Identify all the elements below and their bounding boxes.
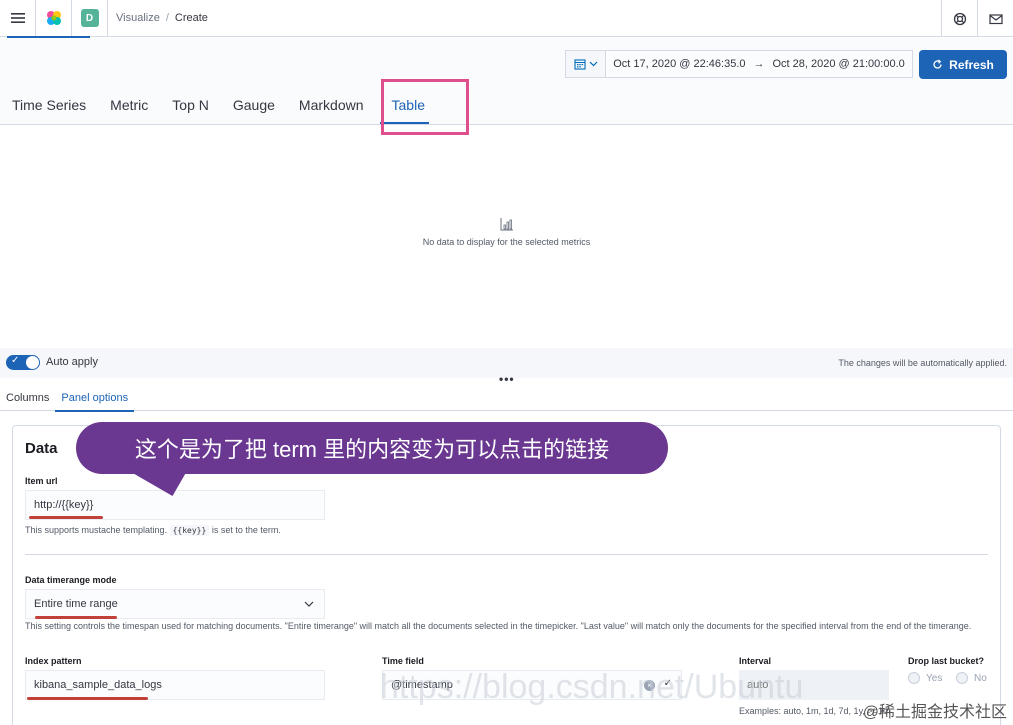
breadcrumb-create: Create: [174, 12, 208, 24]
space-selector[interactable]: D: [72, 0, 108, 37]
refresh-label: Refresh: [949, 57, 994, 72]
item-url-help-code: {{key}}: [169, 525, 210, 536]
date-start[interactable]: Oct 17, 2020 @ 22:46:35.0: [613, 58, 745, 70]
mail-icon[interactable]: [977, 0, 1013, 37]
table-tab-highlight-annotation: [381, 79, 469, 135]
drop-last-bucket-no-radio[interactable]: [956, 672, 968, 684]
tab-panel-options[interactable]: Panel options: [55, 388, 134, 412]
auto-apply-label: Auto apply: [46, 356, 98, 368]
index-pattern-input[interactable]: kibana_sample_data_logs: [25, 670, 325, 700]
timerange-mode-value: Entire time range: [34, 598, 118, 610]
item-url-help-text: This supports mustache templating.: [25, 525, 168, 535]
date-picker[interactable]: Oct 17, 2020 @ 22:46:35.0 → Oct 28, 2020…: [565, 50, 913, 78]
item-url-help-suffix: is set to the term.: [211, 525, 281, 535]
resize-handle-icon[interactable]: •••: [499, 372, 515, 386]
refresh-button[interactable]: Refresh: [919, 50, 1007, 79]
tab-columns[interactable]: Columns: [0, 388, 55, 411]
date-end[interactable]: Oct 28, 2020 @ 21:00:00.0: [773, 58, 905, 70]
watermark: https://blog.csdn.net/Ubuntu: [380, 668, 804, 706]
toggle-knob: [26, 356, 39, 369]
corner-watermark: @稀土掘金技术社区: [862, 704, 1007, 721]
drop-last-bucket-yes-radio[interactable]: [908, 672, 920, 684]
visualization-icon: [500, 218, 513, 231]
menu-icon[interactable]: [0, 0, 36, 37]
index-pattern-label: Index pattern: [25, 656, 82, 666]
calendar-icon[interactable]: [566, 51, 606, 77]
chevron-down-icon: [304, 601, 314, 607]
refresh-icon: [933, 59, 942, 69]
editor-tabs: Columns Panel options: [0, 388, 1013, 412]
check-icon: ✓: [11, 355, 20, 366]
tab-top-n[interactable]: Top N: [160, 88, 221, 124]
drop-last-bucket-label: Drop last bucket?: [908, 656, 985, 666]
space-avatar: D: [80, 9, 99, 27]
interval-label: Interval: [739, 656, 772, 666]
auto-apply-toggle[interactable]: ✓: [6, 355, 40, 370]
top-nav-bar: D Visualize / Create: [0, 0, 1013, 37]
annotation-callout: 这个是为了把 term 里的内容变为可以点击的链接: [76, 422, 668, 474]
chevron-down-icon: [589, 61, 597, 67]
breadcrumb-separator: /: [165, 12, 169, 24]
underline-annotation: [27, 697, 148, 700]
timerange-mode-select[interactable]: Entire time range: [25, 589, 325, 619]
tab-markdown[interactable]: Markdown: [287, 88, 376, 124]
timerange-mode-help: This setting controls the timespan used …: [25, 621, 972, 631]
underline-annotation: [35, 616, 117, 619]
breadcrumb: Visualize / Create: [108, 12, 208, 24]
tab-time-series[interactable]: Time Series: [0, 88, 98, 124]
help-icon[interactable]: [941, 0, 977, 37]
breadcrumb-visualize[interactable]: Visualize: [116, 12, 160, 24]
item-url-help: This supports mustache templating. {{key…: [25, 524, 281, 537]
panel-title: Data: [25, 440, 58, 457]
underline-annotation: [29, 516, 103, 519]
section-divider: [25, 554, 988, 555]
empty-state-message: No data to display for the selected metr…: [422, 237, 591, 247]
drop-last-bucket-yes-label: Yes: [926, 673, 943, 684]
tab-metric[interactable]: Metric: [98, 88, 160, 124]
auto-apply-note: The changes will be automatically applie…: [838, 358, 1007, 368]
timerange-mode-label: Data timerange mode: [25, 575, 117, 585]
item-url-label: Item url: [25, 476, 58, 486]
time-field-label: Time field: [382, 656, 424, 666]
tab-gauge[interactable]: Gauge: [221, 88, 287, 124]
drop-last-bucket-no-label: No: [974, 673, 987, 684]
elastic-logo-icon[interactable]: [36, 0, 72, 37]
arrow-right-icon: →: [753, 58, 765, 70]
empty-state: No data to display for the selected metr…: [0, 217, 1013, 247]
